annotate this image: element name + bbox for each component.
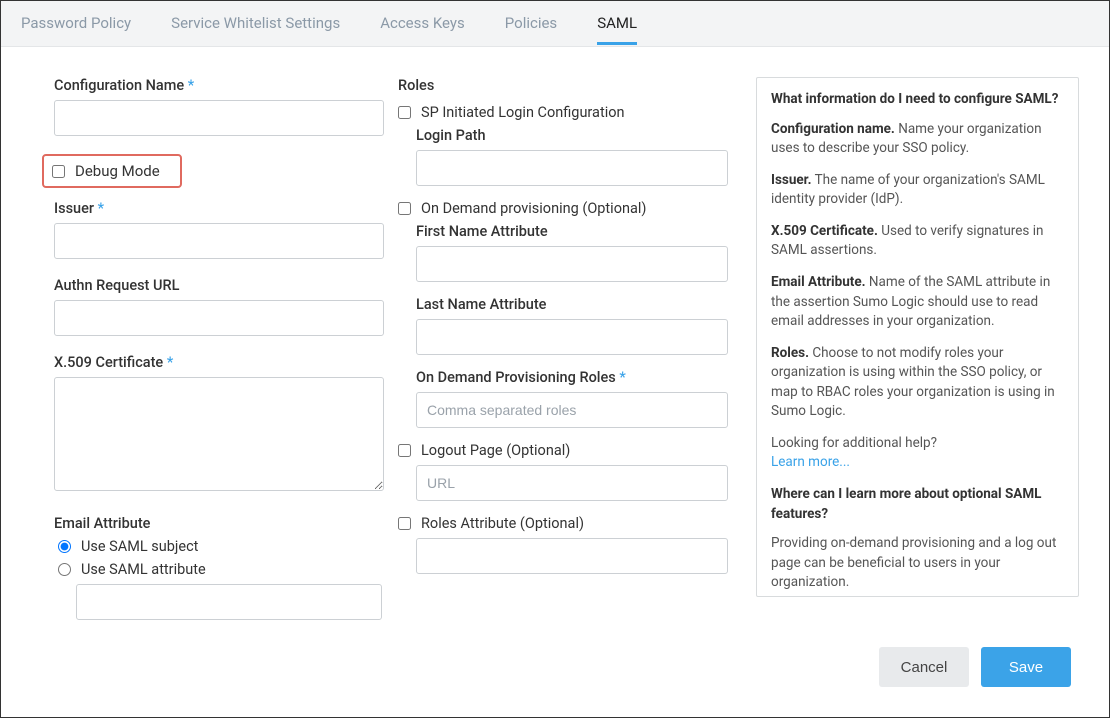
logout-page-label: Logout Page (Optional) bbox=[421, 442, 570, 459]
help-issuer-head: Issuer. bbox=[771, 172, 812, 188]
roles-attribute-checkbox[interactable] bbox=[398, 517, 411, 530]
last-name-attribute-label: Last Name Attribute bbox=[416, 296, 746, 313]
help-question-2: Where can I learn more about optional SA… bbox=[771, 485, 1064, 524]
logout-page-input[interactable] bbox=[416, 465, 728, 501]
tab-password-policy[interactable]: Password Policy bbox=[21, 2, 131, 45]
logout-page-checkbox[interactable] bbox=[398, 444, 411, 457]
on-demand-provisioning-label: On Demand provisioning (Optional) bbox=[421, 200, 646, 217]
debug-mode-label: Debug Mode bbox=[75, 162, 160, 180]
roles-label: Roles bbox=[398, 77, 746, 94]
debug-mode-checkbox[interactable] bbox=[52, 165, 65, 178]
first-name-attribute-input[interactable] bbox=[416, 246, 728, 282]
sp-initiated-label: SP Initiated Login Configuration bbox=[421, 104, 625, 121]
on-demand-provisioning-checkbox[interactable] bbox=[398, 202, 411, 215]
tab-policies[interactable]: Policies bbox=[505, 2, 557, 45]
help-roles-head: Roles. bbox=[771, 345, 809, 361]
authn-request-url-label: Authn Request URL bbox=[54, 277, 376, 294]
saml-form: Configuration Name * Debug Mode Issuer *… bbox=[26, 47, 1084, 607]
login-path-input[interactable] bbox=[416, 150, 728, 186]
tab-bar: Password Policy Service Whitelist Settin… bbox=[1, 1, 1109, 47]
on-demand-roles-label: On Demand Provisioning Roles * bbox=[416, 369, 746, 386]
radio-use-saml-subject[interactable] bbox=[58, 540, 71, 553]
tab-service-whitelist[interactable]: Service Whitelist Settings bbox=[171, 2, 340, 45]
radio-use-saml-attribute-label: Use SAML attribute bbox=[81, 561, 206, 578]
help-panel: What information do I need to configure … bbox=[756, 77, 1079, 597]
tab-saml[interactable]: SAML bbox=[597, 2, 637, 45]
debug-mode-highlight: Debug Mode bbox=[42, 154, 182, 188]
x509-certificate-input[interactable] bbox=[54, 377, 384, 491]
help-roles-body: Choose to not modify roles your organiza… bbox=[771, 345, 1055, 420]
tab-access-keys[interactable]: Access Keys bbox=[380, 2, 465, 45]
x509-label: X.509 Certificate * bbox=[54, 354, 376, 371]
last-name-attribute-input[interactable] bbox=[416, 319, 728, 355]
configuration-name-label: Configuration Name * bbox=[54, 77, 376, 94]
learn-more-link[interactable]: Learn more... bbox=[771, 454, 850, 470]
roles-attribute-input[interactable] bbox=[416, 538, 728, 574]
configuration-name-input[interactable] bbox=[54, 100, 384, 136]
saml-attribute-input[interactable] bbox=[76, 584, 382, 620]
on-demand-roles-input[interactable] bbox=[416, 392, 728, 428]
radio-use-saml-attribute[interactable] bbox=[58, 563, 71, 576]
issuer-input[interactable] bbox=[54, 223, 384, 259]
help-issuer-body: The name of your organization's SAML ide… bbox=[771, 172, 1045, 208]
help-additional: Looking for additional help? bbox=[771, 435, 937, 451]
roles-attribute-label: Roles Attribute (Optional) bbox=[421, 515, 584, 532]
radio-use-saml-subject-label: Use SAML subject bbox=[81, 538, 198, 555]
cancel-button[interactable]: Cancel bbox=[879, 647, 969, 687]
authn-request-url-input[interactable] bbox=[54, 300, 384, 336]
help-on-demand-body: Providing on-demand provisioning and a l… bbox=[771, 534, 1064, 593]
issuer-label: Issuer * bbox=[54, 200, 376, 217]
first-name-attribute-label: First Name Attribute bbox=[416, 223, 746, 240]
help-config-name-head: Configuration name. bbox=[771, 121, 895, 137]
login-path-label: Login Path bbox=[416, 127, 746, 144]
help-email-head: Email Attribute. bbox=[771, 274, 866, 290]
help-question-1: What information do I need to configure … bbox=[771, 90, 1064, 110]
email-attribute-label: Email Attribute bbox=[54, 515, 376, 532]
footer-buttons: Cancel Save bbox=[879, 647, 1071, 687]
sp-initiated-checkbox[interactable] bbox=[398, 106, 411, 119]
help-x509-head: X.509 Certificate. bbox=[771, 223, 878, 239]
save-button[interactable]: Save bbox=[981, 647, 1071, 687]
help-panel-scroll[interactable]: What information do I need to configure … bbox=[757, 78, 1078, 597]
